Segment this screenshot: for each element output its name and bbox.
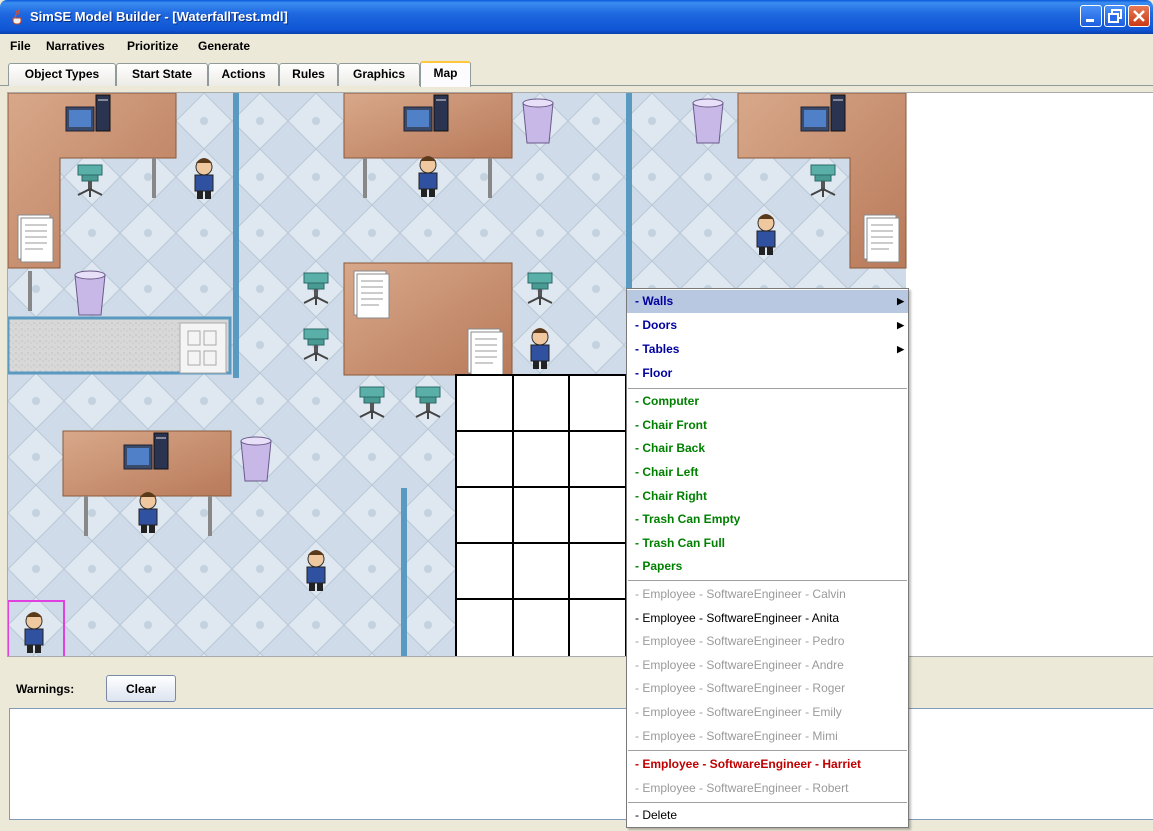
menu-item-employee-emily[interactable]: - Employee - SoftwareEngineer - Emily [627,701,908,724]
submenu-arrow-icon: ▶ [897,344,904,354]
minimize-button[interactable] [1080,5,1102,27]
tab-rules[interactable]: Rules [279,63,338,86]
clear-button[interactable]: Clear [106,675,176,702]
menu-bar: File Narratives Prioritize Generate [0,34,1153,58]
wall [401,488,407,656]
papers-icon [353,270,390,319]
menu-item-chair-front[interactable]: - Chair Front [627,414,908,437]
minimize-icon [1086,19,1094,22]
chair-icon [303,272,329,306]
menu-item-employee-calvin[interactable]: - Employee - SoftwareEngineer - Calvin [627,583,908,606]
trash-full-icon [74,270,106,316]
menu-separator [628,580,907,581]
menu-item-employee-roger[interactable]: - Employee - SoftwareEngineer - Roger [627,677,908,700]
menu-item-employee-pedro[interactable]: - Employee - SoftwareEngineer - Pedro [627,630,908,653]
menu-file[interactable]: File [10,39,31,53]
tab-start-state[interactable]: Start State [116,63,208,86]
trash-empty-icon [522,98,554,144]
menu-item-chair-right[interactable]: - Chair Right [627,485,908,508]
papers-icon [17,214,54,263]
menu-item-chair-left[interactable]: - Chair Left [627,461,908,484]
tab-bar: Object Types Start State Actions Rules G… [0,58,1153,87]
menu-item-trash-can-empty[interactable]: - Trash Can Empty [627,508,908,531]
menu-item-label: - Doors [635,318,677,332]
tab-graphics[interactable]: Graphics [338,63,420,86]
menu-separator [628,750,907,751]
submenu-arrow-icon: ▶ [897,320,904,330]
chair-icon [415,386,441,420]
chair-icon [303,328,329,362]
menu-narratives[interactable]: Narratives [46,39,105,53]
chair-icon [77,164,103,198]
window-title: SimSE Model Builder - [WaterfallTest.mdl… [30,9,288,24]
menu-item-label: - Walls [635,294,674,308]
warnings-label: Warnings: [16,682,75,696]
warnings-textarea[interactable] [9,708,1153,820]
menu-item-papers[interactable]: - Papers [627,555,908,578]
trash-full-icon [240,436,272,482]
menu-separator [628,388,907,389]
menu-item-delete[interactable]: - Delete [627,804,908,827]
menu-item-walls[interactable]: - Walls ▶ [627,290,908,313]
restore-button[interactable] [1104,5,1126,27]
menu-item-trash-can-full[interactable]: - Trash Can Full [627,532,908,555]
context-menu: - Walls ▶ - Doors ▶ - Tables ▶ - Floor - Co… [626,288,909,828]
wall [233,93,239,378]
papers-icon [467,328,504,377]
office-map[interactable] [7,92,1153,657]
menu-item-computer[interactable]: - Computer [627,390,908,413]
menu-item-chair-back[interactable]: - Chair Back [627,437,908,460]
menu-separator [628,802,907,803]
close-icon [1133,10,1145,22]
menu-item-employee-robert[interactable]: - Employee - SoftwareEngineer - Robert [627,777,908,800]
menu-item-employee-harriet[interactable]: - Employee - SoftwareEngineer - Harriet [627,753,908,776]
chair-icon [810,164,836,198]
submenu-arrow-icon: ▶ [897,296,904,306]
empty-grid [455,374,627,656]
tab-actions[interactable]: Actions [208,63,279,86]
menu-item-floor[interactable]: - Floor [627,362,908,385]
tab-object-types[interactable]: Object Types [8,63,116,86]
menu-item-label: - Tables [635,342,680,356]
title-bar: SimSE Model Builder - [WaterfallTest.mdl… [0,0,1153,34]
menu-generate[interactable]: Generate [198,39,250,53]
chair-icon [527,272,553,306]
menu-item-employee-mimi[interactable]: - Employee - SoftwareEngineer - Mimi [627,725,908,748]
office-map-canvas[interactable] [8,93,1153,657]
menu-item-employee-anita[interactable]: - Employee - SoftwareEngineer - Anita [627,607,908,630]
menu-item-tables[interactable]: - Tables ▶ [627,338,908,361]
java-cup-icon [12,9,23,25]
close-button[interactable] [1128,5,1150,27]
papers-icon [863,214,900,263]
tab-map[interactable]: Map [420,61,471,87]
chair-icon [359,386,385,420]
menu-item-employee-andre[interactable]: - Employee - SoftwareEngineer - Andre [627,654,908,677]
restore-icon [1108,9,1122,23]
door [179,322,227,374]
menu-item-doors[interactable]: - Doors ▶ [627,314,908,337]
menu-prioritize[interactable]: Prioritize [127,39,178,53]
trash-empty-icon [692,98,724,144]
